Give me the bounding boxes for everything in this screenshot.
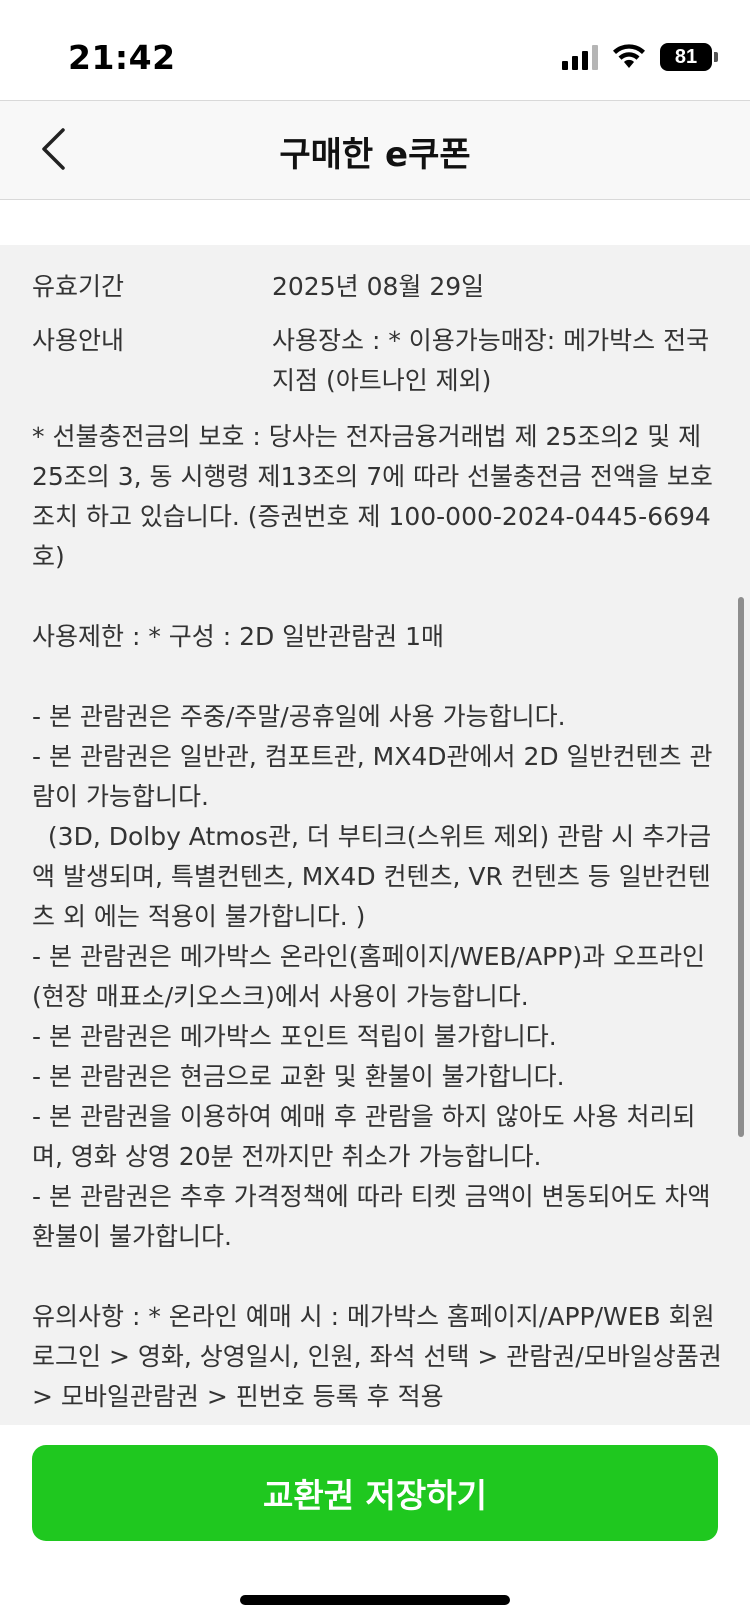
- guide-label: 사용안내: [32, 326, 125, 355]
- save-voucher-button[interactable]: 교환권 저장하기: [32, 1445, 718, 1541]
- validity-value: 2025년 08월 29일: [272, 272, 485, 301]
- coupon-detail-panel[interactable]: 유효기간 2025년 08월 29일 사용안내 사용장소 : * 이용가능매장:…: [0, 245, 750, 1425]
- usage-guide-text: * 선불충전금의 보호 : 당사는 전자금융거래법 제 25조의2 및 제25조…: [32, 422, 722, 1411]
- status-icons: 81: [562, 42, 718, 72]
- bottom-action-bar: 교환권 저장하기: [0, 1425, 750, 1624]
- nav-bar: 구매한 e쿠폰: [0, 100, 750, 200]
- battery-icon: 81: [660, 43, 718, 71]
- status-bar: 21:42 81: [0, 0, 750, 100]
- home-indicator[interactable]: [240, 1595, 510, 1605]
- signal-icon: [562, 44, 598, 70]
- scrolled-content-edge: [0, 199, 750, 245]
- status-time: 21:42: [68, 38, 176, 77]
- guide-value: 사용장소 : * 이용가능매장: 메가박스 전국지점 (아트나인 제외): [272, 326, 710, 395]
- wifi-icon: [613, 44, 645, 68]
- battery-level: 81: [674, 45, 698, 68]
- scrollbar[interactable]: [738, 597, 744, 1137]
- page-title: 구매한 e쿠폰: [279, 135, 471, 175]
- validity-label: 유효기간: [32, 272, 125, 301]
